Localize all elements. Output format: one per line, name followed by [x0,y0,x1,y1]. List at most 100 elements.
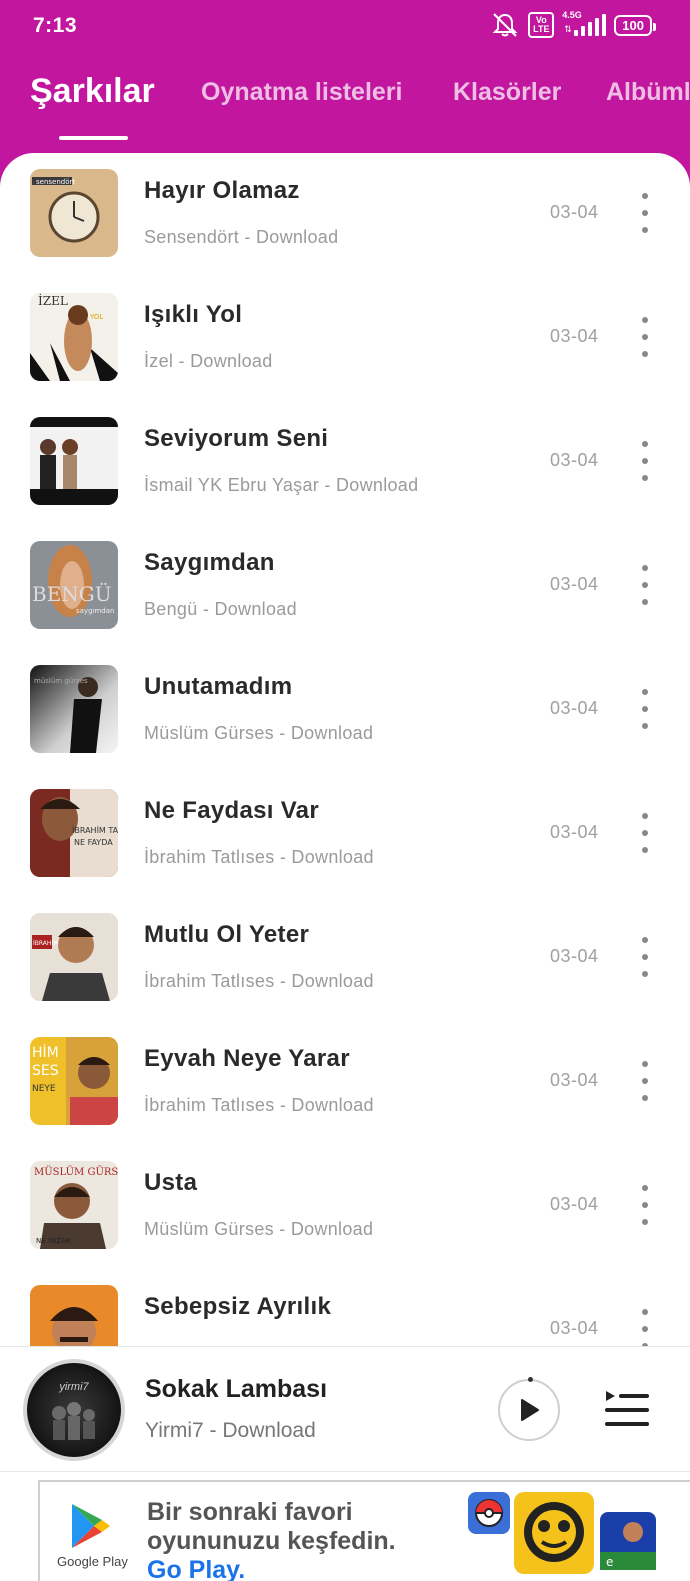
svg-text:NE YAZAR: NE YAZAR [36,1237,71,1245]
album-cover [30,1285,118,1346]
song-title: Eyvah Neye Yarar [144,1045,350,1072]
bell-muted-icon [492,13,518,37]
svg-text:NEYE: NEYE [32,1084,56,1094]
song-date: 03-04 [550,450,599,470]
song-date: 03-04 [550,1194,599,1214]
tab-songs[interactable]: Şarkılar [30,72,155,111]
album-cover: MÜSLÜM GÜRSES NE YAZAR [30,1161,118,1249]
album-cover: İBRAHİM [30,913,118,1001]
song-artist: Müslüm Gürses - Download [144,723,374,743]
song-artist: İbrahim Tatlıses - Download [144,847,374,867]
status-time: 7:13 [33,14,78,37]
song-date: 03-04 [550,202,599,222]
tab-playlists[interactable]: Oynatma listeleri [201,78,402,107]
now-playing-cover[interactable]: yirmi7 [23,1359,125,1461]
song-date: 03-04 [550,574,599,594]
album-cover: sensendört [30,169,118,257]
svg-text:müslüm gürses: müslüm gürses [34,677,88,685]
album-cover: İBRAHİM TA NE FAYDA [30,789,118,877]
status-bar: 7:13 Vo LTE 4.5G ⇅ 100 [0,0,690,52]
svg-text:sensendört: sensendört [36,178,75,186]
tab-bar: Şarkılar Oynatma listeleri Klasörler Alb… [0,70,690,152]
more-options-icon[interactable] [632,317,658,357]
album-cover: HİM SES NEYE [30,1037,118,1125]
more-options-icon[interactable] [632,193,658,233]
song-artist: Bengü - Download [144,599,297,619]
song-title: Unutamadım [144,673,293,700]
more-options-icon[interactable] [632,689,658,729]
song-artist: İbrahim Tatlıses - Download [144,971,374,991]
more-options-icon[interactable] [632,565,658,605]
more-options-icon[interactable] [632,813,658,853]
svg-text:İZEL: İZEL [38,293,68,308]
album-cover: İZEL YOL [30,293,118,381]
mini-player[interactable]: yirmi7 Sokak Lambası Yirmi7 - Download [0,1346,690,1472]
song-row[interactable]: müslüm gürses Unutamadım Müslüm Gürses -… [0,649,690,773]
ad-headline: Bir sonraki favori oyununuzu keşfedin. [147,1498,396,1555]
ad-banner[interactable]: Google Play Bir sonraki favori oyununuzu… [0,1472,690,1581]
song-date: 03-04 [550,822,599,842]
album-cover: BENGÜ saygımdan [30,541,118,629]
ad-frame[interactable]: Google Play Bir sonraki favori oyununuzu… [38,1480,690,1581]
now-playing-title: Sokak Lambası [145,1375,328,1403]
song-row[interactable]: Sebepsiz Ayrılık 03-04 [0,1269,690,1346]
song-date: 03-04 [550,1070,599,1090]
song-row[interactable]: MÜSLÜM GÜRSES NE YAZAR Usta Müslüm Gürses… [0,1145,690,1269]
song-row[interactable]: İZEL YOL Işıklı Yol İzel - Download 03-04 [0,277,690,401]
now-playing-artist: Yirmi7 - Download [145,1419,316,1442]
song-row[interactable]: HİM SES NEYE Eyvah Neye Yarar İbrahim Tatl… [0,1021,690,1145]
song-artist: İsmail YK Ebru Yaşar - Download [144,475,419,495]
svg-text:İBRAHİM TA: İBRAHİM TA [72,825,118,835]
svg-text:saygımdan: saygımdan [76,607,114,615]
svg-text:SES: SES [32,1063,59,1079]
progress-dot [528,1377,533,1382]
song-row[interactable]: İBRAHİM Mutlu Ol Yeter İbrahim Tatlıses … [0,897,690,1021]
more-options-icon[interactable] [632,1061,658,1101]
song-row[interactable]: İBRAHİM TA NE FAYDA Ne Faydası Var İbrahi… [0,773,690,897]
play-icon [521,1399,539,1421]
more-options-icon[interactable] [632,937,658,977]
svg-text:MÜSLÜM GÜRSES: MÜSLÜM GÜRSES [34,1166,118,1178]
song-artist: Müslüm Gürses - Download [144,1219,374,1239]
song-date: 03-04 [550,1318,599,1338]
song-title: Usta [144,1169,198,1196]
svg-text:e: e [606,1555,613,1569]
svg-text:İBRAHİM: İBRAHİM [33,940,58,947]
signal-icon: 4.5G ⇅ [562,10,607,36]
play-button[interactable] [498,1377,560,1441]
more-options-icon[interactable] [632,441,658,481]
tab-albums[interactable]: Albümle [606,78,690,107]
song-artist: İbrahim Tatlıses - Download [144,1095,374,1115]
song-list[interactable]: sensendört Hayır Olamaz Sensendört - Dow… [0,153,690,1346]
ad-cta[interactable]: Go Play. [147,1556,245,1581]
queue-icon[interactable] [603,1385,651,1433]
song-title: Sebepsiz Ayrılık [144,1293,332,1320]
song-artist: Sensendört - Download [144,227,339,247]
svg-text:YOL: YOL [89,313,103,321]
song-title: Ne Faydası Var [144,797,319,824]
svg-text:NE FAYDA: NE FAYDA [74,838,113,847]
status-icons: Vo LTE 4.5G ⇅ 100 [490,10,656,40]
more-options-icon[interactable] [632,1309,658,1346]
song-title: Saygımdan [144,549,275,576]
song-date: 03-04 [550,698,599,718]
album-cover: müslüm gürses [30,665,118,753]
battery-icon: 100 [614,14,656,36]
song-date: 03-04 [550,946,599,966]
song-row[interactable]: BENGÜ saygımdan Saygımdan Bengü - Downloa… [0,525,690,649]
song-title: Işıklı Yol [144,301,243,328]
song-row[interactable]: sensendört Hayır Olamaz Sensendört - Dow… [0,153,690,277]
song-title: Hayır Olamaz [144,177,300,204]
svg-text:BENGÜ: BENGÜ [32,581,112,606]
active-tab-indicator [59,136,128,140]
svg-text:HİM: HİM [32,1043,59,1061]
more-options-icon[interactable] [632,1185,658,1225]
volte-icon: Vo LTE [528,12,555,38]
song-title: Seviyorum Seni [144,425,329,452]
album-cover [30,417,118,505]
song-row[interactable]: Seviyorum Seni İsmail YK Ebru Yaşar - Do… [0,401,690,525]
network-type: 4.5G [562,10,582,20]
tab-folders[interactable]: Klasörler [453,78,561,107]
game-icons: e [468,1492,656,1574]
song-date: 03-04 [550,326,599,346]
